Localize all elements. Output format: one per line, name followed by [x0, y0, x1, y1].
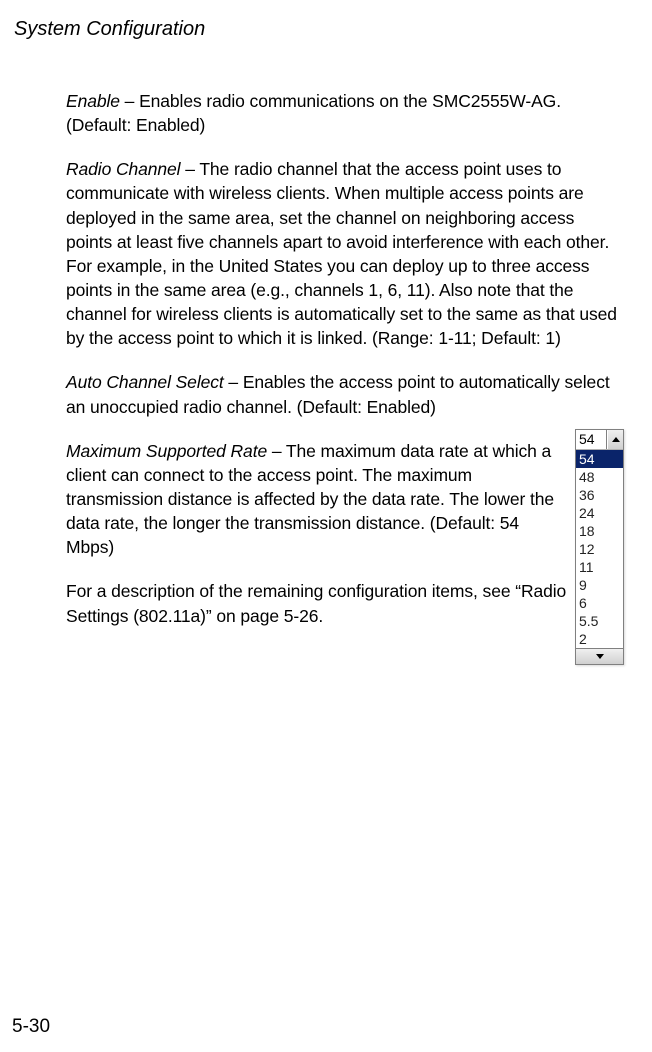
- dropdown-list-body: 54 48 36 24 18 12 11 9 6 5.5 2: [576, 450, 623, 648]
- paragraph-auto-channel: Auto Channel Select – Enables the access…: [66, 370, 624, 418]
- dropdown-option[interactable]: 48: [576, 468, 623, 486]
- term-radio-channel: Radio Channel: [66, 159, 180, 179]
- dropdown-selected-value: 54: [576, 430, 607, 449]
- dropdown-option[interactable]: 9: [576, 576, 623, 594]
- paragraph-remaining: For a description of the remaining confi…: [66, 579, 568, 627]
- term-enable: Enable: [66, 91, 120, 111]
- dropdown-scroll-up-button[interactable]: [607, 430, 623, 449]
- dropdown-option[interactable]: 18: [576, 522, 623, 540]
- term-auto-channel: Auto Channel Select: [66, 372, 224, 392]
- dropdown-option[interactable]: 11: [576, 558, 623, 576]
- dropdown-scroll-down-button[interactable]: [576, 648, 623, 664]
- content-area: Enable – Enables radio communications on…: [66, 89, 624, 628]
- dropdown-display[interactable]: 54: [576, 430, 623, 450]
- dropdown-option[interactable]: 54: [576, 450, 623, 468]
- header-title: System Configuration: [14, 18, 205, 40]
- text-radio-channel: – The radio channel that the access poin…: [66, 159, 617, 348]
- page-header: System Configuration: [14, 18, 624, 41]
- chevron-down-icon: [596, 654, 604, 659]
- term-max-rate: Maximum Supported Rate: [66, 441, 267, 461]
- dropdown-option[interactable]: 5.5: [576, 612, 623, 630]
- page-number-text: 5-30: [12, 1016, 50, 1037]
- paragraph-enable: Enable – Enables radio communications on…: [66, 89, 624, 137]
- dropdown-list[interactable]: 54 48 36 24 18 12 11 9 6 5.5 2: [576, 450, 623, 648]
- dropdown-option[interactable]: 2: [576, 630, 623, 648]
- text-remaining: For a description of the remaining confi…: [66, 581, 566, 625]
- rate-dropdown[interactable]: 54 54 48 36 24 18 12 11 9 6 5.5 2: [575, 429, 624, 665]
- chevron-up-icon: [612, 437, 620, 442]
- paragraph-radio-channel: Radio Channel – The radio channel that t…: [66, 157, 624, 350]
- dropdown-option[interactable]: 12: [576, 540, 623, 558]
- dropdown-option[interactable]: 24: [576, 504, 623, 522]
- dropdown-option[interactable]: 6: [576, 594, 623, 612]
- page-number: 5-30: [12, 1016, 50, 1038]
- text-enable: – Enables radio communications on the SM…: [66, 91, 561, 135]
- dropdown-option[interactable]: 36: [576, 486, 623, 504]
- paragraph-max-rate: Maximum Supported Rate – The maximum dat…: [66, 439, 568, 560]
